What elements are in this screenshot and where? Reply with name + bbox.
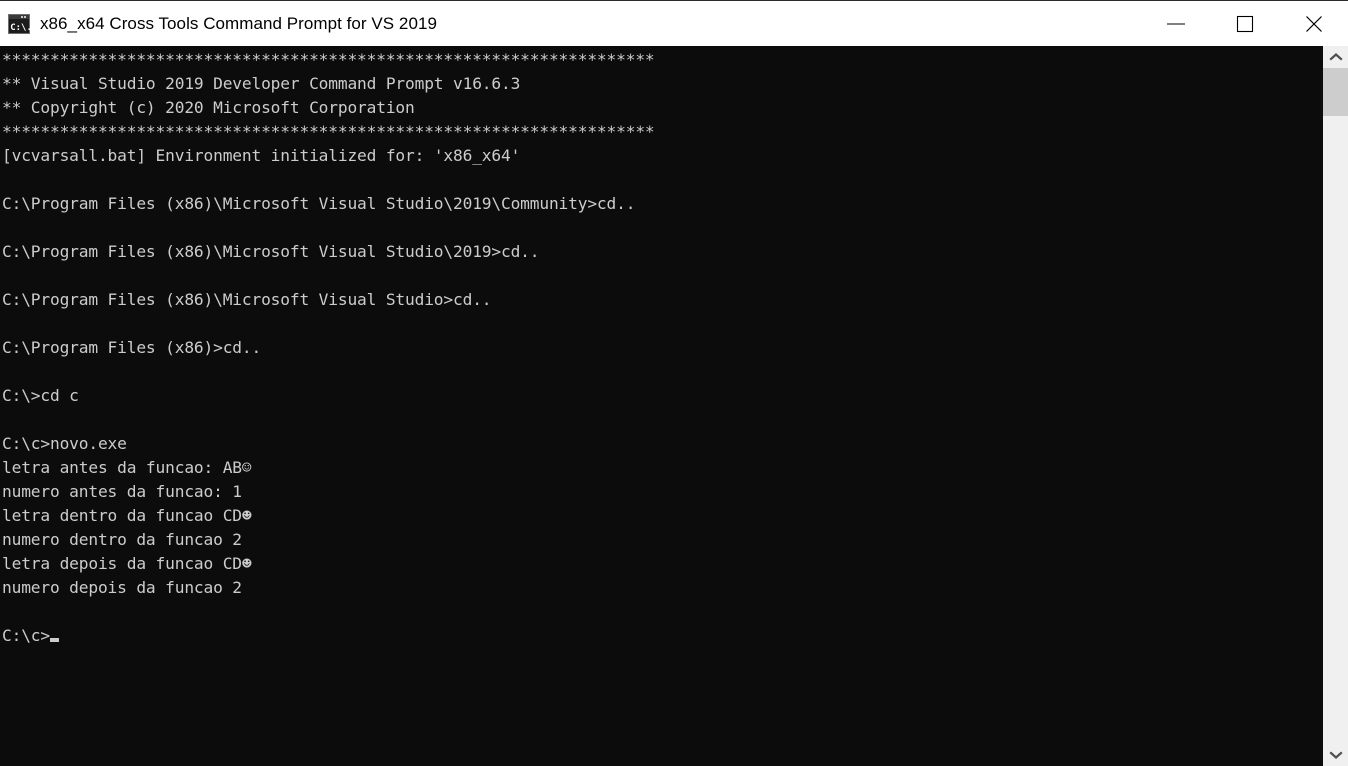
console-line: ****************************************…	[2, 122, 655, 141]
console-line: letra dentro da funcao CD☻	[2, 506, 252, 525]
close-button[interactable]	[1279, 1, 1348, 47]
console-line: C:\>cd c	[2, 386, 79, 405]
console-line: ** Visual Studio 2019 Developer Command …	[2, 74, 521, 93]
console-line: ** Copyright (c) 2020 Microsoft Corporat…	[2, 98, 415, 117]
console-line: numero depois da funcao 2	[2, 578, 242, 597]
console-line: C:\Program Files (x86)\Microsoft Visual …	[2, 242, 540, 261]
console-line: C:\c>novo.exe	[2, 434, 127, 453]
minimize-icon	[1166, 18, 1186, 30]
scrollbar-track[interactable]	[1323, 68, 1348, 744]
console-line: ****************************************…	[2, 50, 655, 69]
window-title: x86_x64 Cross Tools Command Prompt for V…	[40, 13, 437, 33]
console-line: C:\Program Files (x86)\Microsoft Visual …	[2, 194, 636, 213]
scrollbar-thumb[interactable]	[1323, 68, 1348, 116]
console-line: C:\c>	[2, 624, 1322, 648]
close-icon	[1304, 14, 1324, 34]
minimize-button[interactable]	[1141, 1, 1210, 47]
console-window-icon: C:\.	[8, 13, 30, 34]
window-controls	[1141, 1, 1348, 47]
titlebar[interactable]: C:\. x86_x64 Cross Tools Command Prompt …	[0, 0, 1348, 46]
svg-text:C:\.: C:\.	[10, 23, 30, 33]
command-prompt-window: C:\. x86_x64 Cross Tools Command Prompt …	[0, 0, 1348, 766]
chevron-down-icon	[1328, 750, 1343, 760]
console-line: letra depois da funcao CD☻	[2, 554, 252, 573]
scroll-down-button[interactable]	[1323, 744, 1348, 766]
console-line: letra antes da funcao: AB☺	[2, 458, 252, 477]
vertical-scrollbar[interactable]	[1322, 46, 1348, 766]
text-cursor	[49, 638, 59, 642]
scroll-up-button[interactable]	[1323, 46, 1348, 68]
chevron-up-icon	[1328, 52, 1343, 62]
console-line: numero dentro da funcao 2	[2, 530, 242, 549]
console-area[interactable]: ****************************************…	[0, 46, 1348, 766]
console-line: numero antes da funcao: 1	[2, 482, 242, 501]
maximize-button[interactable]	[1210, 1, 1279, 47]
maximize-icon	[1236, 15, 1254, 33]
console-line: C:\Program Files (x86)\Microsoft Visual …	[2, 290, 492, 309]
console-line: [vcvarsall.bat] Environment initialized …	[2, 146, 521, 165]
console-output[interactable]: ****************************************…	[0, 46, 1322, 766]
titlebar-left-group: C:\. x86_x64 Cross Tools Command Prompt …	[0, 1, 437, 46]
console-line: C:\Program Files (x86)>cd..	[2, 338, 262, 357]
